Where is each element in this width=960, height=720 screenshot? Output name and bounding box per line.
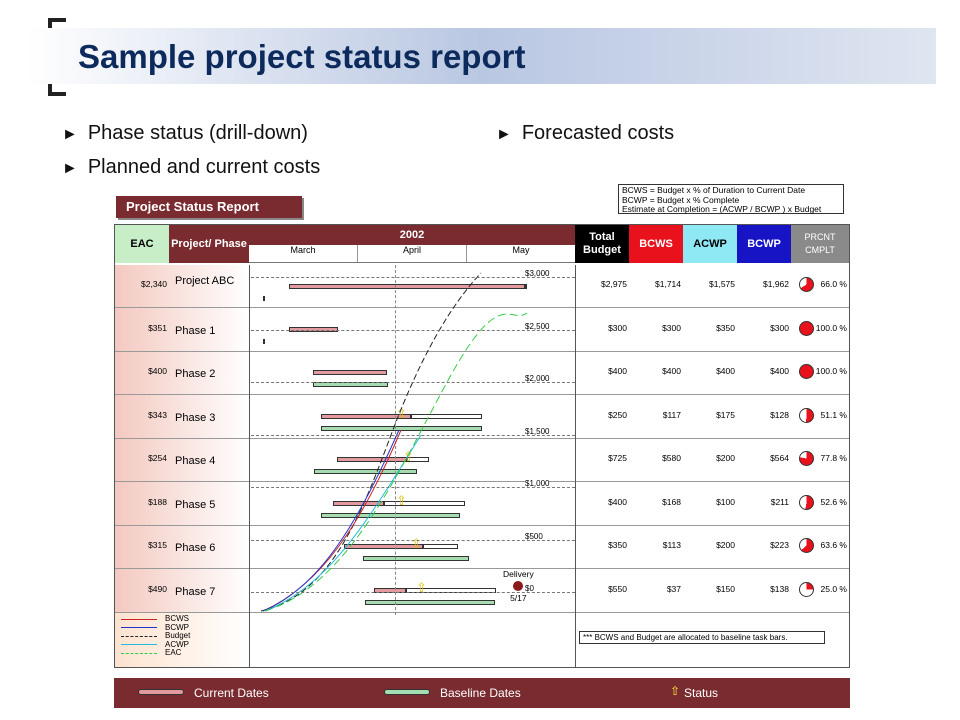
acwp-value: $175 (716, 409, 735, 420)
total-value: $725 (608, 453, 627, 463)
total-value: $250 (608, 409, 627, 420)
report-title: Project Status Report (116, 196, 302, 218)
pct-header: PRCNT CMPLT (791, 225, 849, 263)
eac-value: $188 (148, 496, 167, 507)
report-table: EAC Project/ Phase 2002 March April May To… (114, 224, 850, 668)
pct-value: 66.0 % (820, 279, 847, 289)
bcwp-value: $128 (770, 409, 789, 420)
total-header: Total Budget (575, 225, 629, 263)
month-may: May (512, 245, 530, 255)
pct-value: 51.1 % (820, 409, 847, 420)
total-value: $300 (608, 322, 627, 333)
total-value: $550 (608, 583, 627, 594)
month-march: March (249, 245, 358, 262)
bcwp-value: $1,962 (763, 279, 789, 289)
eac-header: EAC (115, 225, 169, 263)
eac-value: $254 (148, 453, 167, 463)
delivery-marker-icon (513, 581, 524, 591)
pct-value: 100.0 % (815, 322, 847, 333)
bcwp-value: $138 (770, 583, 789, 594)
bcwp-value: $400 (770, 366, 789, 376)
acwp-value: $200 (716, 540, 735, 550)
pct-value: 100.0 % (815, 366, 847, 376)
formula: Estimate at Completion = (ACWP / BCWP ) … (622, 204, 822, 214)
bcws-value: $113 (662, 540, 681, 550)
eac-value: $315 (148, 540, 167, 550)
bullet-arrow-icon: ► (496, 126, 512, 143)
status-label: Status (684, 686, 719, 700)
phase-name[interactable]: Phase 5 (175, 499, 215, 511)
bcwp-value: $564 (770, 453, 789, 463)
bcws-value: $400 (662, 366, 681, 376)
bcwp-header: BCWP (737, 225, 791, 263)
bcwp-value: $223 (770, 540, 789, 550)
bcws-value: $300 (662, 322, 681, 333)
bcwp-value: $300 (770, 322, 789, 333)
month-april: April (358, 245, 467, 262)
current-dates-label: Current Dates (194, 686, 269, 700)
acwp-value: $400 (716, 366, 735, 376)
cost-curves (260, 272, 528, 612)
total-value: $400 (608, 366, 627, 376)
eac-value: $400 (148, 366, 167, 376)
bcwp-value: $211 (770, 496, 789, 507)
bcws-value: $37 (666, 583, 681, 594)
pct-value: 63.6 % (820, 540, 847, 550)
bcws-value: $117 (662, 409, 681, 420)
acwp-value: $100 (716, 496, 735, 507)
phase-name[interactable]: Phase 3 (175, 412, 215, 424)
bullet-arrow-icon: ► (62, 160, 78, 177)
total-value: $2,975 (601, 279, 627, 289)
legend-footer: Current Dates Baseline Dates ⇧ Status (114, 678, 850, 708)
phase-name[interactable]: Phase 4 (175, 455, 215, 467)
page-title: Sample project status report (78, 38, 526, 75)
bullet-1: ► Phase status (drill-down) (62, 122, 308, 145)
legend-item: EAC (121, 648, 190, 658)
phase-name[interactable]: Phase 6 (175, 542, 215, 554)
total-value: $400 (608, 496, 627, 507)
bullet-2: ► Planned and current costs (62, 156, 320, 179)
acwp-header: ACWP (683, 225, 737, 263)
bullet-3: ► Forecasted costs (496, 122, 674, 145)
bcws-header: BCWS (629, 225, 683, 263)
eac-value: $490 (148, 583, 167, 594)
phase-header: Project/ Phase (169, 225, 249, 263)
bcws-value: $1,714 (655, 279, 681, 289)
delivery-label: Delivery 5/17 (503, 569, 534, 603)
phase-name[interactable]: Phase 2 (175, 368, 215, 380)
pct-value: 25.0 % (820, 583, 847, 594)
acwp-value: $200 (716, 453, 735, 463)
pct-value: 77.8 % (820, 453, 847, 463)
phase-name[interactable]: Phase 1 (175, 325, 215, 337)
bcws-value: $580 (662, 453, 681, 463)
bullet-text: Phase status (drill-down) (87, 122, 308, 144)
phase-name[interactable]: Phase 7 (175, 586, 215, 598)
bcws-value: $168 (662, 496, 681, 507)
acwp-value: $350 (716, 322, 735, 333)
total-value: $350 (608, 540, 627, 550)
eac-value: $2,340 (141, 279, 167, 289)
baseline-dates-label: Baseline Dates (440, 686, 521, 700)
pct-value: 52.6 % (820, 496, 847, 507)
bullet-text: Forecasted costs (521, 122, 675, 144)
acwp-value: $150 (716, 583, 735, 594)
bullet-text: Planned and current costs (87, 156, 321, 178)
allocation-note: *** BCWS and Budget are allocated to bas… (579, 631, 825, 644)
title-bar: Sample project status report (24, 28, 936, 84)
baseline-dates-swatch (384, 689, 430, 695)
acwp-value: $1,575 (709, 279, 735, 289)
eac-value: $351 (148, 322, 167, 333)
phase-name[interactable]: Project ABC (175, 275, 234, 287)
year-header: 2002 (249, 225, 575, 245)
eac-value: $343 (148, 409, 167, 420)
current-dates-swatch (138, 689, 184, 695)
status-arrow-icon: ⇧ (670, 684, 681, 698)
formula-box: BCWS = Budget x % of Duration to Current… (618, 184, 844, 214)
bullet-arrow-icon: ► (62, 126, 78, 143)
